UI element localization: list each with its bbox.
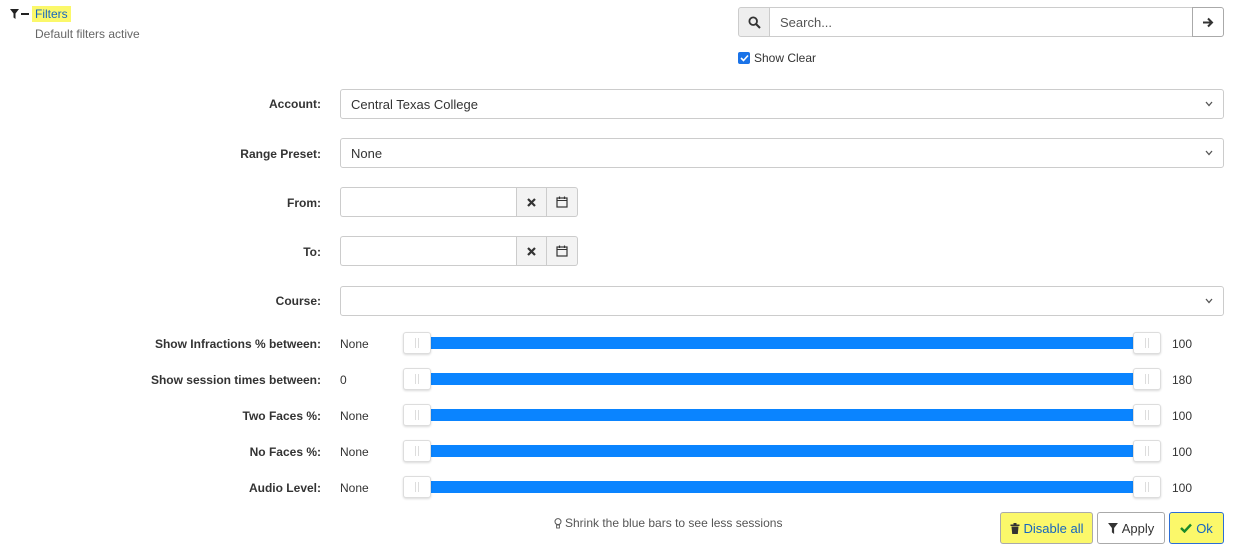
- funnel-icon: [10, 9, 19, 19]
- to-date-input[interactable]: [340, 236, 516, 266]
- course-label: Course:: [275, 294, 321, 308]
- account-value: Central Texas College: [351, 96, 478, 112]
- to-clear-button[interactable]: [516, 236, 547, 266]
- checkbox-checked-icon[interactable]: [738, 52, 750, 64]
- search-icon: [738, 7, 770, 37]
- calendar-icon: [556, 196, 568, 208]
- filters-title[interactable]: Filters: [32, 6, 71, 22]
- checkmark-icon: [1180, 523, 1193, 533]
- search-group: [738, 7, 1224, 37]
- account-select[interactable]: Central Texas College: [340, 89, 1224, 119]
- close-icon: [527, 246, 536, 256]
- disable-all-button[interactable]: Disable all: [1000, 512, 1093, 544]
- slider-min-value: None: [340, 445, 369, 459]
- from-date-input[interactable]: [340, 187, 516, 217]
- disable-all-label: Disable all: [1023, 520, 1084, 536]
- to-label: To:: [303, 245, 321, 259]
- slider-max-value: 100: [1172, 409, 1193, 423]
- show-clear-label: Show Clear: [754, 51, 817, 65]
- ok-label: Ok: [1196, 520, 1213, 536]
- hint-text: Shrink the blue bars to see less session…: [565, 516, 783, 530]
- slider-max-value: 180: [1172, 373, 1193, 387]
- slider-handle-low[interactable]: [403, 368, 431, 390]
- filters-toggle[interactable]: Filters: [10, 6, 71, 22]
- apply-label: Apply: [1121, 520, 1155, 536]
- slider-range-bar[interactable]: [416, 337, 1148, 349]
- filters-status: Default filters active: [35, 27, 140, 41]
- slider-handle-low[interactable]: [403, 332, 431, 354]
- arrow-right-icon: [1203, 17, 1214, 27]
- from-label: From:: [287, 196, 321, 210]
- slider-label-session-times: Show session times between:: [150, 373, 321, 387]
- slider-handle-low[interactable]: [403, 440, 431, 462]
- range-preset-select[interactable]: None: [340, 138, 1224, 168]
- slider-hint: Shrink the blue bars to see less session…: [554, 516, 782, 530]
- slider-handle-high[interactable]: [1133, 476, 1161, 498]
- slider-max-value: 100: [1172, 337, 1193, 351]
- close-icon: [527, 197, 536, 207]
- from-calendar-button[interactable]: [547, 187, 578, 217]
- to-calendar-button[interactable]: [547, 236, 578, 266]
- slider-range-bar[interactable]: [416, 481, 1148, 493]
- slider-min-value: None: [340, 481, 369, 495]
- chevron-down-icon: [1205, 298, 1213, 304]
- chevron-down-icon: [1205, 101, 1213, 107]
- from-date-group: [340, 187, 578, 217]
- search-submit-button[interactable]: [1192, 7, 1224, 37]
- slider-label-infractions: Show Infractions % between:: [154, 337, 321, 351]
- range-preset-label: Range Preset:: [240, 147, 321, 161]
- slider-handle-high[interactable]: [1133, 440, 1161, 462]
- slider-range-bar[interactable]: [416, 409, 1148, 421]
- apply-button[interactable]: Apply: [1097, 512, 1165, 544]
- from-clear-button[interactable]: [516, 187, 547, 217]
- slider-min-value: None: [340, 337, 369, 351]
- funnel-icon: [1107, 522, 1118, 534]
- to-date-group: [340, 236, 578, 266]
- slider-label-no-faces: No Faces %:: [249, 445, 321, 459]
- slider-handle-low[interactable]: [403, 404, 431, 426]
- lightbulb-icon: [554, 517, 562, 528]
- search-input[interactable]: [770, 7, 1192, 37]
- slider-label-audio-level: Audio Level:: [248, 481, 321, 495]
- calendar-icon: [556, 245, 568, 257]
- account-label: Account:: [269, 97, 321, 111]
- course-select[interactable]: [340, 286, 1224, 316]
- trash-icon: [1010, 522, 1019, 534]
- slider-min-value: 0: [340, 373, 347, 387]
- range-preset-value: None: [351, 145, 383, 161]
- slider-label-two-faces: Two Faces %:: [242, 409, 321, 423]
- slider-range-bar[interactable]: [416, 373, 1148, 385]
- slider-handle-high[interactable]: [1133, 368, 1161, 390]
- slider-min-value: None: [340, 409, 369, 423]
- slider-max-value: 100: [1172, 445, 1193, 459]
- slider-range-bar[interactable]: [416, 445, 1148, 457]
- show-clear-checkbox[interactable]: Show Clear: [738, 51, 816, 65]
- slider-handle-low[interactable]: [403, 476, 431, 498]
- slider-handle-high[interactable]: [1133, 404, 1161, 426]
- collapse-dash-icon: [21, 13, 29, 15]
- ok-button[interactable]: Ok: [1169, 512, 1224, 544]
- slider-max-value: 100: [1172, 481, 1193, 495]
- chevron-down-icon: [1205, 150, 1213, 156]
- slider-handle-high[interactable]: [1133, 332, 1161, 354]
